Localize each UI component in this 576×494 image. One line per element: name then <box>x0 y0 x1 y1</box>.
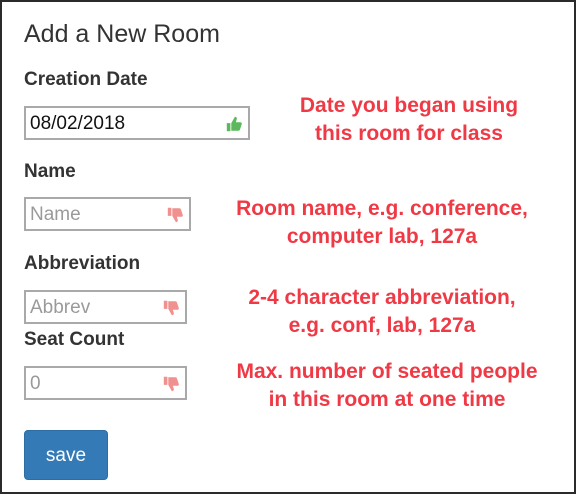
name-label: Name <box>24 161 76 182</box>
abbreviation-label: Abbreviation <box>24 253 141 274</box>
abbreviation-placeholder: Abbrev <box>30 297 91 318</box>
creation-date-hint: Date you began using this room for class <box>264 92 554 148</box>
abbreviation-hint-line1: 2-4 character abbreviation, <box>248 286 516 309</box>
name-placeholder: Name <box>30 204 81 225</box>
abbreviation-hint-line2: e.g. conf, lab, 127a <box>288 314 476 337</box>
thumbs-down-icon <box>167 207 183 223</box>
name-input[interactable]: Name <box>24 197 191 231</box>
creation-date-hint-line2: this room for class <box>315 122 503 145</box>
thumbs-up-icon <box>226 116 242 132</box>
add-room-panel: Add a New Room Creation Date 08/02/2018 … <box>0 0 576 494</box>
seat-count-hint-line2: in this room at one time <box>268 388 506 411</box>
seat-count-hint-line1: Max. number of seated people <box>236 360 538 383</box>
creation-date-hint-line1: Date you began using <box>299 94 519 117</box>
creation-date-field[interactable]: 08/02/2018 <box>24 106 250 140</box>
name-hint: Room name, e.g. conference, computer lab… <box>207 195 557 251</box>
thumbs-down-icon <box>163 376 179 392</box>
name-hint-line2: computer lab, 127a <box>286 225 478 248</box>
creation-date-label: Creation Date <box>24 69 148 90</box>
save-button[interactable]: save <box>24 430 108 480</box>
abbreviation-hint: 2-4 character abbreviation, e.g. conf, l… <box>207 284 557 340</box>
seat-count-placeholder: 0 <box>30 373 41 394</box>
abbreviation-input[interactable]: Abbrev <box>24 290 187 324</box>
seat-count-input[interactable]: 0 <box>24 366 187 400</box>
seat-count-hint: Max. number of seated people in this roo… <box>207 358 567 414</box>
page-title: Add a New Room <box>24 20 220 48</box>
thumbs-down-icon <box>163 300 179 316</box>
creation-date-value: 08/02/2018 <box>30 113 126 134</box>
name-hint-line1: Room name, e.g. conference, <box>236 197 528 220</box>
seat-count-label: Seat Count <box>24 329 125 350</box>
